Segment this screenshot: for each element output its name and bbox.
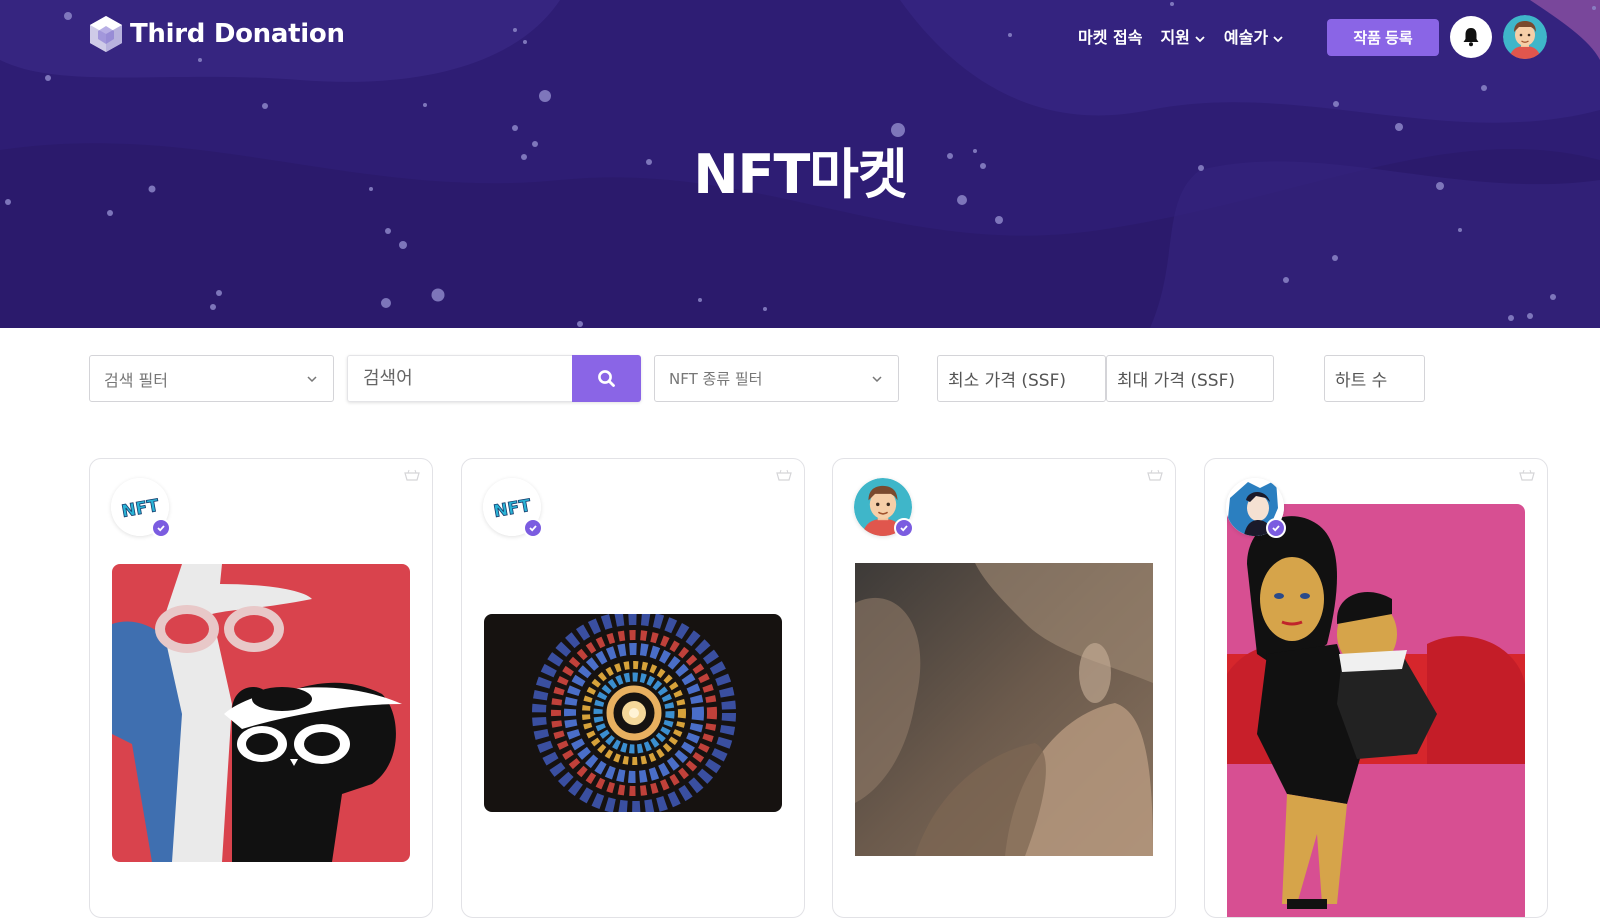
max-price-placeholder: 최대 가격 (SSF) (1117, 371, 1235, 391)
nav-market-access[interactable]: 마켓 접속 (1078, 24, 1142, 48)
user-avatar[interactable] (1503, 15, 1547, 59)
page-title: NFT마켓 (693, 143, 907, 206)
nft-card[interactable]: NFT (89, 458, 433, 918)
basket-icon[interactable] (776, 469, 792, 481)
hands-pottery-photo (855, 563, 1153, 856)
min-price-placeholder: 최소 가격 (SSF) (948, 371, 1066, 391)
chevron-down-icon (307, 376, 317, 383)
search-button[interactable] (572, 355, 641, 402)
artwork-image[interactable] (484, 614, 782, 812)
verified-badge-icon (1266, 518, 1286, 538)
nft-card[interactable] (832, 458, 1176, 918)
chevron-down-icon (1273, 36, 1283, 43)
nav-market-access-label: 마켓 접속 (1078, 28, 1143, 47)
nft-type-filter-label: NFT 종류 필터 (669, 370, 763, 388)
owner-avatar[interactable]: NFT (483, 478, 543, 538)
nav-support-label: 지원 (1160, 28, 1190, 47)
hearts-count-input[interactable]: 하트 수 (1324, 355, 1425, 402)
artwork-image[interactable] (112, 564, 410, 862)
bell-icon (1463, 28, 1479, 47)
nft-card[interactable]: NFT (461, 458, 805, 918)
search-input[interactable] (347, 355, 572, 402)
main-nav: 마켓 접속 지원 예술가 (1078, 24, 1284, 48)
chevron-down-icon (872, 376, 882, 383)
top-navigation: Third Donation 마켓 접속 지원 예술가 작품 등록 (0, 0, 1600, 72)
basket-icon[interactable] (1519, 469, 1535, 481)
brand-logo[interactable]: Third Donation (88, 14, 345, 54)
nft-card[interactable] (1204, 458, 1548, 918)
owner-avatar[interactable] (854, 478, 914, 538)
search-filter-label: 검색 필터 (104, 370, 168, 390)
owner-avatar[interactable] (1226, 478, 1286, 538)
cube-logo-icon (90, 16, 122, 52)
nft-type-filter-dropdown[interactable]: NFT 종류 필터 (654, 355, 899, 402)
nav-artists-label: 예술가 (1223, 28, 1269, 47)
search-icon (598, 370, 615, 387)
search-filter-dropdown[interactable]: 검색 필터 (89, 355, 334, 402)
basket-icon[interactable] (404, 469, 420, 481)
min-price-input[interactable]: 최소 가격 (SSF) (937, 355, 1106, 402)
cats-with-sunglasses-painting (112, 564, 410, 862)
search-box (347, 355, 641, 402)
nav-support[interactable]: 지원 (1160, 24, 1205, 48)
verified-badge-icon (894, 518, 914, 538)
hero-banner: Third Donation 마켓 접속 지원 예술가 작품 등록 NFT마켓 (0, 0, 1600, 328)
brand-name: Third Donation (130, 19, 345, 49)
register-artwork-button[interactable]: 작품 등록 (1327, 19, 1439, 56)
basket-icon[interactable] (1147, 469, 1163, 481)
nav-artists[interactable]: 예술가 (1224, 24, 1284, 48)
hearts-count-placeholder: 하트 수 (1335, 371, 1388, 391)
verified-badge-icon (523, 518, 543, 538)
owner-avatar[interactable]: NFT (111, 478, 171, 538)
verified-badge-icon (151, 518, 171, 538)
mother-child-pink-painting (1227, 504, 1525, 917)
artwork-image[interactable] (855, 563, 1153, 856)
artwork-image[interactable] (1227, 504, 1525, 917)
chevron-down-icon (1195, 36, 1205, 43)
stained-glass-spiral (484, 614, 782, 812)
cartoon-man-avatar-icon (1503, 15, 1547, 59)
notifications-button[interactable] (1450, 16, 1492, 58)
max-price-input[interactable]: 최대 가격 (SSF) (1106, 355, 1274, 402)
